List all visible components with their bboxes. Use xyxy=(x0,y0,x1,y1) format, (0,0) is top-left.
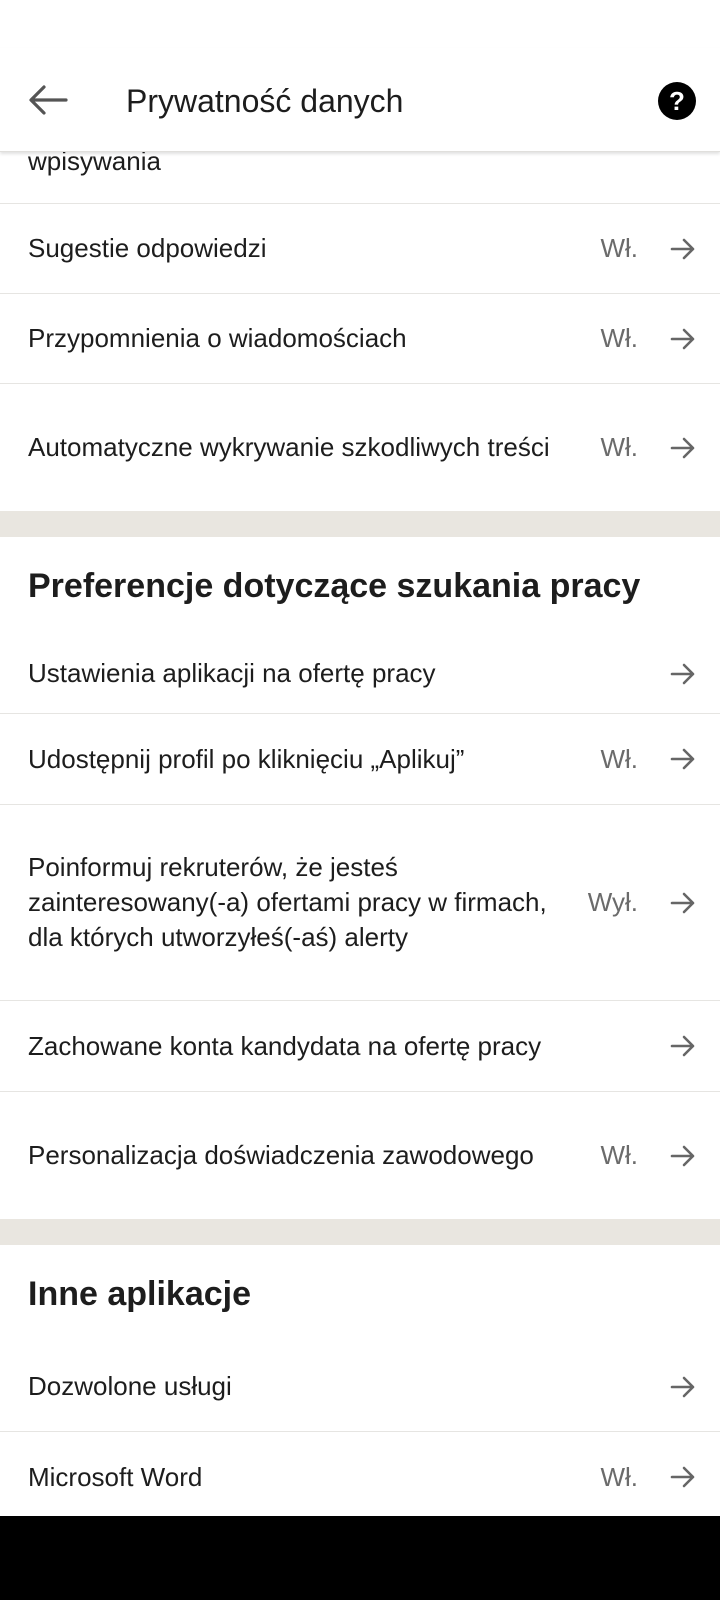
list-item-career-personalization[interactable]: Personalizacja doświadczenia zawodowego … xyxy=(0,1092,720,1219)
list-item-label: Poinformuj rekruterów, że jesteś zainter… xyxy=(28,852,547,952)
arrow-right-icon xyxy=(670,328,695,349)
section-header-job: Preferencje dotyczące szukania pracy xyxy=(0,537,720,634)
back-button[interactable] xyxy=(20,78,76,122)
list-item-label: Udostępnij profil po kliknięciu „Aplikuj… xyxy=(28,743,465,774)
status-value: Wł. xyxy=(600,1461,638,1492)
status-value: Wł. xyxy=(600,233,638,263)
list-item-label: Personalizacja doświadczenia zawodowego xyxy=(28,1140,534,1170)
section-divider xyxy=(0,1219,720,1245)
list-item-label: Przypomnienia o wiadomościach xyxy=(28,323,407,353)
list-item-message-reminders[interactable]: Przypomnienia o wiadomościach Wł. xyxy=(0,294,720,384)
arrow-right-icon xyxy=(670,238,695,259)
section-title: Preferencje dotyczące szukania pracy xyxy=(28,566,641,605)
arrow-right-icon xyxy=(670,1376,695,1397)
list-item-harmful-content-detection[interactable]: Automatyczne wykrywanie szkodliwych treś… xyxy=(0,384,720,511)
arrow-right-icon xyxy=(670,892,695,913)
list-item-microsoft-word[interactable]: Microsoft Word Wł. xyxy=(0,1432,720,1516)
arrow-right-icon xyxy=(670,437,695,458)
status-bar xyxy=(0,0,720,48)
arrow-right-icon xyxy=(670,1145,695,1166)
page-title: Prywatność danych xyxy=(126,83,404,119)
list-item-partial[interactable]: wpisywania xyxy=(0,152,720,204)
list-item-saved-applicant-accounts[interactable]: Zachowane konta kandydata na ofertę prac… xyxy=(0,1001,720,1092)
arrow-right-icon xyxy=(670,1466,695,1488)
list-item-label: Zachowane konta kandydata na ofertę prac… xyxy=(28,1030,542,1061)
list-item-notify-recruiters[interactable]: Poinformuj rekruterów, że jesteś zainter… xyxy=(0,805,720,1001)
question-circle-icon: ? xyxy=(669,85,685,116)
section-title: Inne aplikacje xyxy=(28,1274,251,1313)
app-bar: Prywatność danych ? xyxy=(0,48,720,152)
list-item-label: wpisywania xyxy=(28,152,161,176)
status-value: Wył. xyxy=(587,887,638,917)
system-navigation-bar xyxy=(0,1516,720,1600)
status-value: Wł. xyxy=(600,1140,638,1170)
list-item-permitted-services[interactable]: Dozwolone usługi xyxy=(0,1342,720,1432)
list-item-label: Dozwolone usługi xyxy=(28,1371,232,1401)
help-button[interactable]: ? xyxy=(658,82,696,120)
status-value: Wł. xyxy=(600,743,638,774)
list-item-label: Automatyczne wykrywanie szkodliwych treś… xyxy=(28,432,550,462)
list-item-reply-suggestions[interactable]: Sugestie odpowiedzi Wł. xyxy=(0,204,720,294)
list-item-job-application-settings[interactable]: Ustawienia aplikacji na ofertę pracy xyxy=(0,634,720,714)
status-value: Wł. xyxy=(600,432,638,462)
settings-list: wpisywania Sugestie odpowiedzi Wł. Przyp… xyxy=(0,152,720,1516)
arrow-right-icon xyxy=(670,748,695,770)
arrow-left-icon xyxy=(29,85,68,115)
section-divider xyxy=(0,511,720,537)
list-item-share-profile-on-apply[interactable]: Udostępnij profil po kliknięciu „Aplikuj… xyxy=(0,714,720,805)
status-value: Wł. xyxy=(600,323,638,353)
list-item-label: Microsoft Word xyxy=(28,1461,203,1492)
arrow-right-icon xyxy=(670,1035,695,1057)
arrow-right-icon xyxy=(670,663,695,684)
list-item-label: Ustawienia aplikacji na ofertę pracy xyxy=(28,658,436,688)
list-item-label: Sugestie odpowiedzi xyxy=(28,233,267,263)
section-header-other-apps: Inne aplikacje xyxy=(0,1245,720,1342)
